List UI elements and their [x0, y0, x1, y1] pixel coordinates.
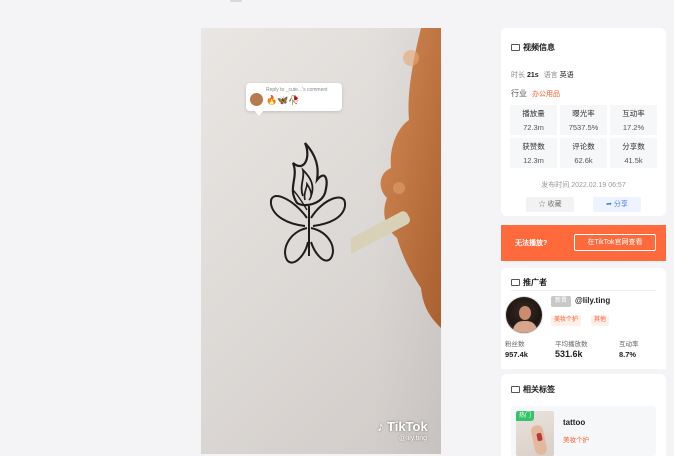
publish-time: 发布时间 2022.02.19 06:57	[541, 182, 626, 189]
share-button[interactable]: ➦ 分享	[593, 197, 641, 212]
promoter-handle[interactable]: @lily.ting	[575, 296, 610, 305]
engagement-value: 8.7%	[619, 350, 637, 359]
tag-icon	[511, 386, 520, 393]
industry-label: 行业	[511, 89, 527, 98]
followers-value: 957.4k	[505, 350, 528, 359]
reply-label: Reply to _cute...'s comment	[266, 87, 328, 93]
cannot-play-banner: 无法播放? 在TikTok官网查看	[501, 225, 666, 261]
tiktok-watermark: ♪ TikTok @lily.ting	[377, 418, 428, 442]
tag-thumbnail: 热门	[516, 411, 554, 456]
language-label: 语言	[543, 72, 558, 79]
collect-button[interactable]: ☆ 收藏	[526, 197, 574, 212]
hot-badge: 热门	[516, 411, 535, 421]
promoter-title: 推广者	[511, 277, 547, 288]
user-level-badge: 新晋	[551, 296, 572, 307]
top-divider	[230, 0, 242, 2]
reply-comment-sticker: Reply to _cute...'s comment 🔥🦋🥀	[246, 83, 342, 116]
stat-exposure: 曝光率 7537.5%	[560, 105, 607, 135]
stat-shares: 分享数 41.5k	[610, 138, 657, 168]
category-pill-beauty: 美妆个护	[551, 315, 582, 326]
view-on-tiktok-button[interactable]: 在TikTok官网查看	[574, 234, 656, 251]
stat-likes: 获赞数 12.3m	[510, 138, 557, 168]
tiktok-icon: ♪	[377, 418, 384, 434]
tag-category: 美妆个护	[563, 437, 589, 444]
industry-value[interactable]: 办公用品	[532, 91, 560, 98]
tag-name: tattoo	[563, 418, 586, 427]
hand-with-pen	[351, 28, 441, 328]
video-info-title-text: 视频信息	[523, 43, 555, 52]
tag-item[interactable]: 热门 tattoo 美妆个护	[511, 406, 656, 456]
stat-engagement: 互动率 17.2%	[610, 105, 657, 135]
video-meta: 时长 21s 语言 英语	[511, 70, 574, 80]
watermark-brand: TikTok	[387, 419, 428, 434]
promoter-avatar[interactable]	[505, 296, 543, 334]
industry-row: 行业 办公用品	[511, 88, 560, 99]
video-info-title: 视频信息	[511, 42, 555, 53]
share-icon: ➦	[606, 201, 612, 208]
video-info-card: 视频信息 时长 21s 语言 英语 行业 办公用品 播放量 72.3m 曝光率 7537.…	[501, 28, 666, 216]
avg-plays-label: 平均播放数	[555, 341, 588, 348]
watermark-user: @lily.ting	[399, 435, 427, 442]
commenter-avatar	[250, 93, 263, 106]
cannot-play-text: 无法播放?	[515, 240, 548, 247]
related-tags-card: 相关标签 热门 tattoo 美妆个护	[501, 374, 666, 456]
page: Reply to _cute...'s comment 🔥🦋🥀 ♪ TikTok …	[0, 0, 674, 456]
duration-value: 21s	[527, 72, 539, 79]
related-tags-title: 相关标签	[511, 384, 555, 395]
followers-label: 粉丝数	[505, 341, 525, 348]
language-value: 英语	[559, 72, 574, 79]
duration-label: 时长	[511, 72, 525, 79]
promoter-card: 推广者 新晋 @lily.ting 美妆个护 其他 粉丝数 平均播放数 互动率 …	[501, 268, 666, 369]
stat-plays: 播放量 72.3m	[510, 105, 557, 135]
star-icon: ☆	[538, 201, 546, 208]
engagement-label: 互动率	[619, 341, 639, 348]
video-player[interactable]: Reply to _cute...'s comment 🔥🦋🥀 ♪ TikTok …	[201, 28, 441, 454]
video-icon	[511, 44, 520, 51]
category-pill-other: 其他	[591, 315, 610, 326]
megaphone-icon	[511, 279, 520, 286]
avg-plays-value: 531.6k	[555, 349, 583, 359]
stats-grid: 播放量 72.3m 曝光率 7537.5% 互动率 17.2% 获赞数 12.3m 评论…	[510, 105, 657, 168]
reply-emojis: 🔥🦋🥀	[266, 95, 300, 105]
stat-comments: 评论数 62.6k	[560, 138, 607, 168]
